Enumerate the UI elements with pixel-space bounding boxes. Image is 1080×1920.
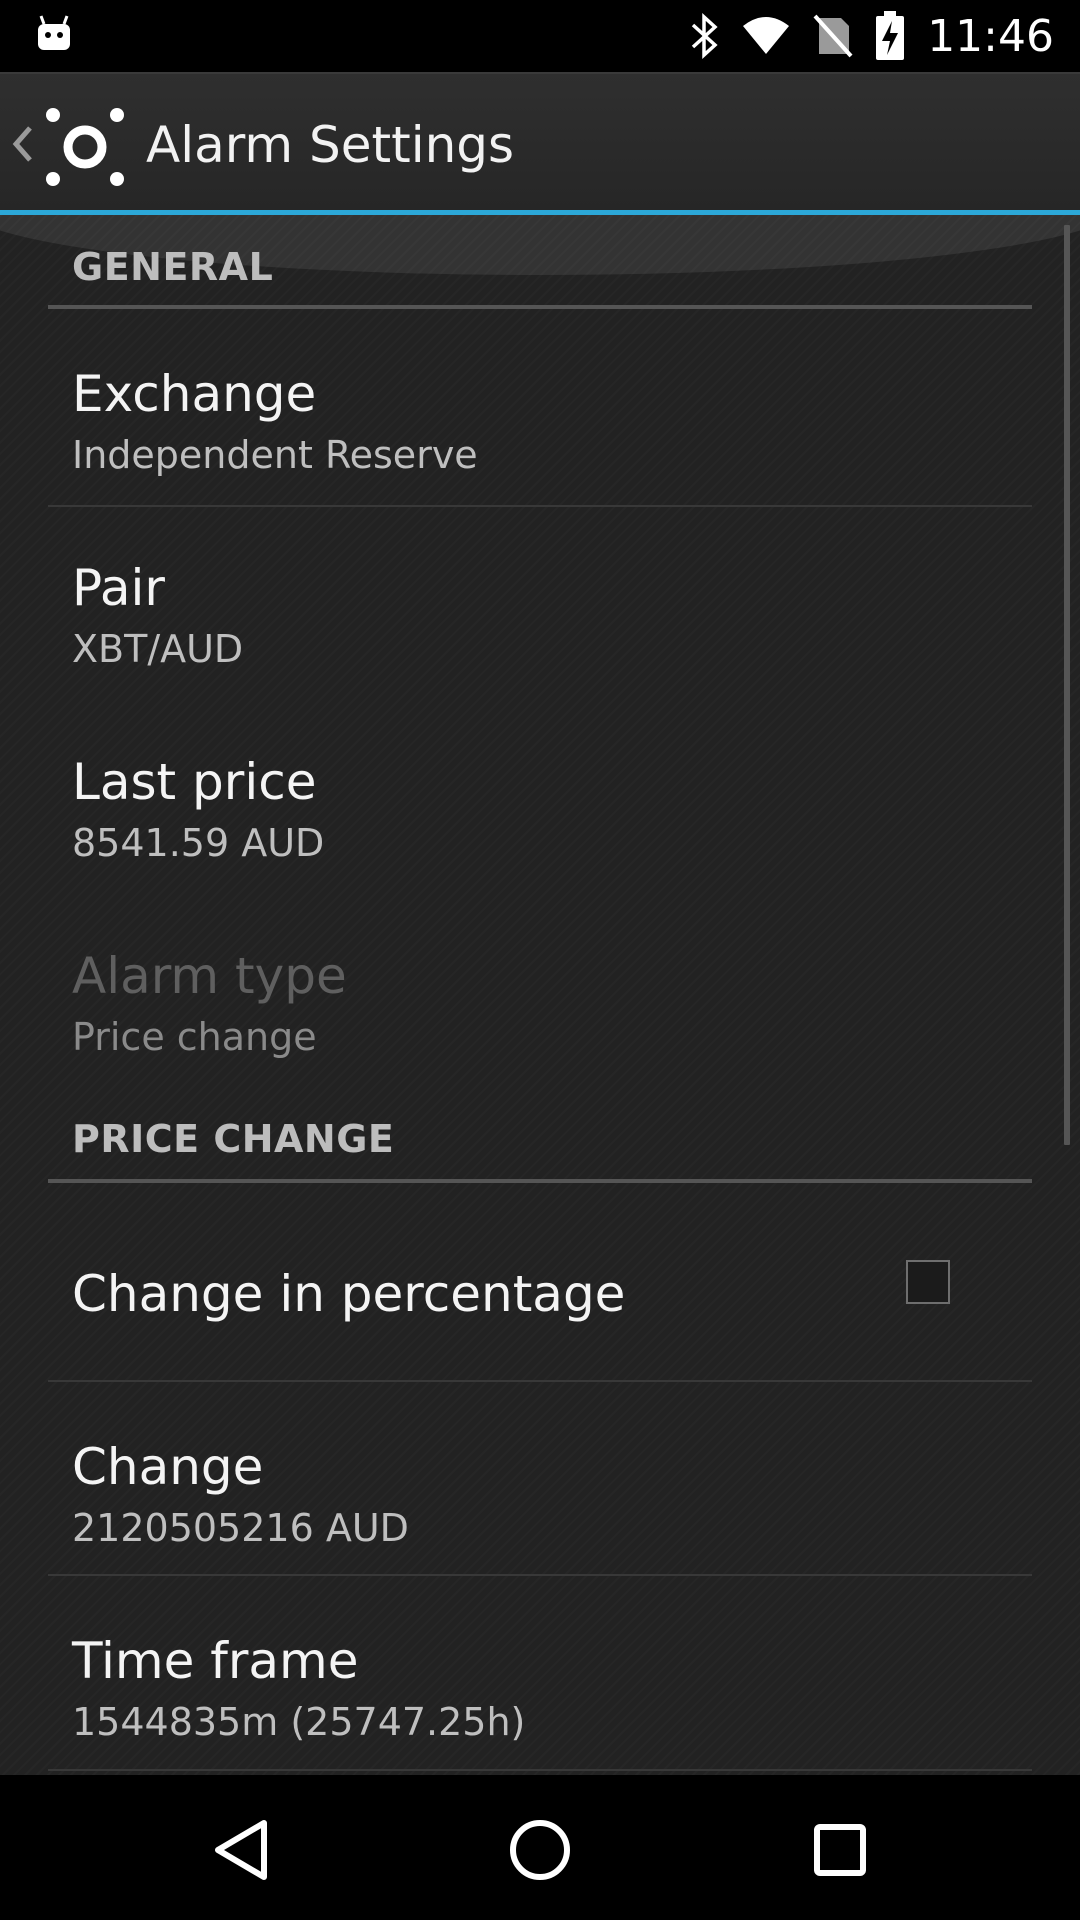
back-triangle-icon[interactable] — [206, 1815, 276, 1885]
home-circle-icon[interactable] — [505, 1815, 575, 1885]
page-title: Alarm Settings — [146, 116, 515, 174]
app-logo-icon[interactable] — [44, 106, 126, 188]
pref-change[interactable]: Change 2120505216 AUD — [0, 1382, 1080, 1574]
wifi-icon — [741, 16, 791, 56]
pref-exchange-summary: Independent Reserve — [72, 433, 478, 477]
category-general-header: GENERAL — [72, 245, 274, 289]
pref-alarm-type-title: Alarm type — [72, 947, 347, 1005]
bluetooth-icon — [689, 13, 719, 59]
pref-change-summary: 2120505216 AUD — [72, 1506, 409, 1550]
back-chevron-icon[interactable] — [10, 118, 36, 170]
pref-change-in-percentage-title: Change in percentage — [72, 1265, 626, 1323]
status-clock: 11:46 — [927, 10, 1054, 62]
pref-last-price-summary: 8541.59 AUD — [72, 821, 325, 865]
change-in-percentage-checkbox[interactable] — [906, 1260, 950, 1304]
pref-last-price[interactable]: Last price 8541.59 AUD — [0, 701, 1080, 895]
divider — [48, 1769, 1032, 1771]
action-bar[interactable]: Alarm Settings — [0, 72, 1080, 212]
battery-charging-icon — [875, 11, 905, 61]
pref-pair-summary: XBT/AUD — [72, 627, 244, 671]
pref-pair-title: Pair — [72, 559, 165, 617]
screen: 11:46 Alarm Settings GENERAL Exchange In… — [0, 0, 1080, 1920]
category-price-change-header: PRICE CHANGE — [72, 1117, 395, 1161]
pref-exchange-title: Exchange — [72, 365, 317, 423]
android-notification-icon — [36, 14, 72, 54]
pref-time-frame-summary: 1544835m (25747.25h) — [72, 1700, 526, 1744]
pref-alarm-type-summary: Price change — [72, 1015, 317, 1059]
pref-pair[interactable]: Pair XBT/AUD — [0, 507, 1080, 701]
pref-alarm-type: Alarm type Price change — [0, 895, 1080, 1089]
navigation-bar — [0, 1775, 1080, 1920]
status-icons: 11:46 — [689, 8, 1054, 64]
preferences-list[interactable]: GENERAL Exchange Independent Reserve Pai… — [0, 215, 1080, 1775]
status-bar: 11:46 — [0, 0, 1080, 72]
pref-exchange[interactable]: Exchange Independent Reserve — [0, 309, 1080, 501]
pref-time-frame-title: Time frame — [72, 1632, 359, 1690]
pref-change-title: Change — [72, 1438, 264, 1496]
no-sim-icon — [813, 14, 853, 58]
recents-square-icon[interactable] — [805, 1815, 875, 1885]
pref-last-price-title: Last price — [72, 753, 317, 811]
pref-time-frame[interactable]: Time frame 1544835m (25747.25h) — [0, 1576, 1080, 1768]
